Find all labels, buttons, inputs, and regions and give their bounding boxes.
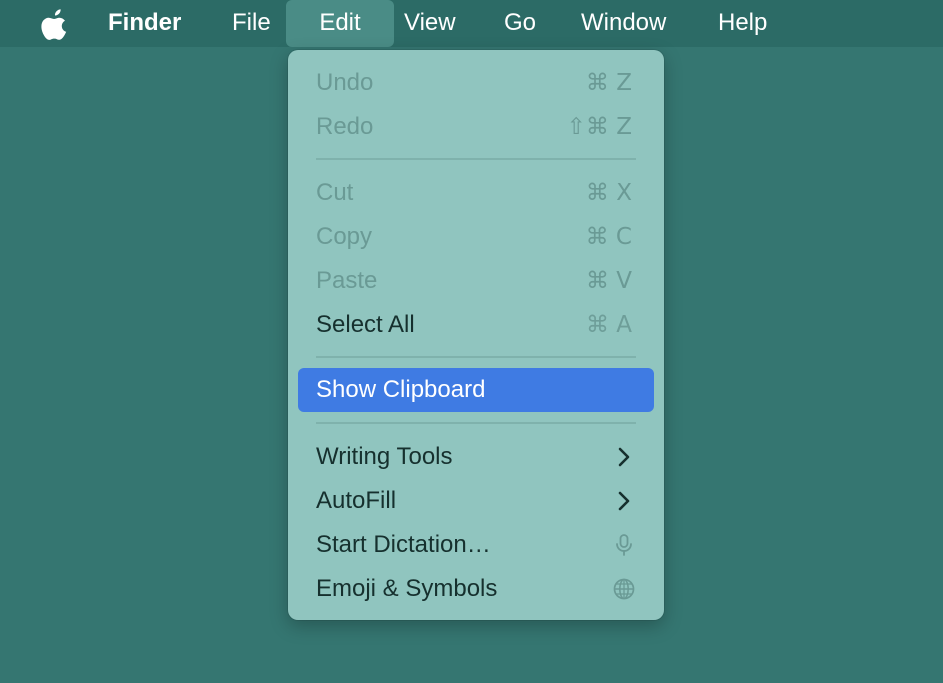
menu-item-label: Undo (316, 69, 374, 96)
menu-item-label: Start Dictation… (316, 531, 491, 558)
menubar-item-window[interactable]: Window (581, 0, 666, 47)
menu-separator (316, 158, 636, 160)
shortcut-label: ⌘ A (585, 312, 632, 338)
shortcut-label: ⌘ Z (585, 70, 632, 96)
menu-separator (316, 422, 636, 424)
menubar-item-file[interactable]: File (232, 0, 271, 47)
menubar-app-finder[interactable]: Finder (108, 0, 181, 47)
menu-item-label: AutoFill (316, 487, 397, 514)
menu-item-label: Paste (316, 267, 378, 294)
menubar-item-view[interactable]: View (404, 0, 456, 47)
menu-item-emoji-symbols[interactable]: Emoji & Symbols (298, 567, 654, 611)
shortcut-label: ⌘ V (585, 268, 632, 294)
menu-separator (316, 356, 636, 358)
menu-item-label: Select All (316, 311, 415, 338)
menubar-item-help[interactable]: Help (718, 0, 767, 47)
menu-item-redo[interactable]: Redo ⇧⌘ Z (298, 105, 654, 149)
menubar-item-go[interactable]: Go (504, 0, 536, 47)
menu-item-select-all[interactable]: Select All ⌘ A (298, 303, 654, 347)
menu-item-undo[interactable]: Undo ⌘ Z (298, 61, 654, 105)
edit-menu: Undo ⌘ Z Redo ⇧⌘ Z Cut ⌘ X Copy ⌘ C Past… (288, 50, 664, 620)
chevron-right-icon (618, 491, 630, 511)
menu-item-label: Emoji & Symbols (316, 575, 498, 602)
menu-item-label: Copy (316, 223, 373, 250)
menu-item-autofill[interactable]: AutoFill (298, 479, 654, 523)
globe-icon (613, 578, 635, 600)
shortcut-label: ⇧⌘ Z (566, 114, 632, 140)
menubar-item-edit[interactable]: Edit (286, 0, 394, 47)
menu-item-writing-tools[interactable]: Writing Tools (298, 435, 654, 479)
shortcut-label: ⌘ C (585, 224, 632, 250)
menu-item-label: Writing Tools (316, 443, 453, 470)
shortcut-label: ⌘ X (585, 180, 632, 206)
menu-bar: Finder File Edit View Go Window Help (0, 0, 943, 47)
menu-item-label: Redo (316, 113, 374, 140)
apple-logo-icon[interactable] (39, 7, 71, 41)
menu-item-show-clipboard[interactable]: Show Clipboard (298, 368, 654, 412)
microphone-icon (616, 534, 632, 556)
menu-item-paste[interactable]: Paste ⌘ V (298, 259, 654, 303)
menu-item-copy[interactable]: Copy ⌘ C (298, 215, 654, 259)
menu-item-cut[interactable]: Cut ⌘ X (298, 171, 654, 215)
menu-item-start-dictation[interactable]: Start Dictation… (298, 523, 654, 567)
menu-item-label: Cut (316, 179, 354, 206)
menu-item-label: Show Clipboard (316, 376, 486, 403)
chevron-right-icon (618, 447, 630, 467)
